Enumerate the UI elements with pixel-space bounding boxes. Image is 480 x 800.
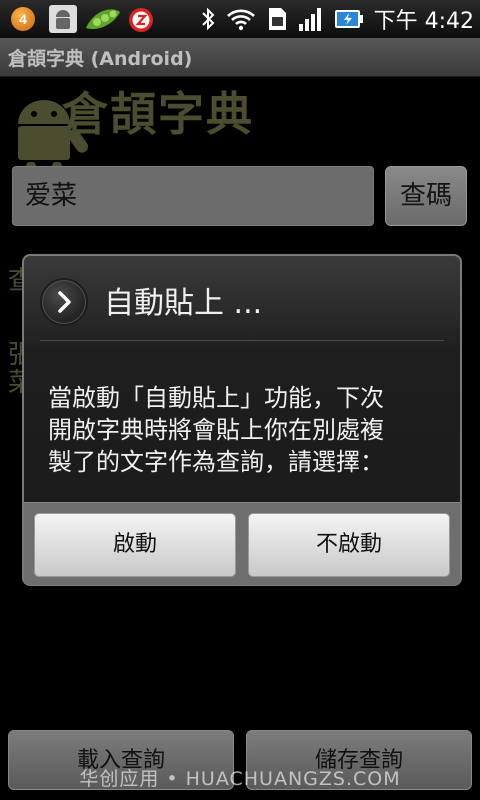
logo-title: 倉頡字典 (62, 87, 254, 141)
status-bar: 4 下午 4:42 (0, 0, 480, 38)
dialog-button-bar: 啟動 不啟動 (24, 502, 460, 585)
dialog-message-line: 開啟字典時將會貼上你在別處複 (48, 416, 384, 444)
dialog-message-line: 當啟動「自動貼上」功能，下次 (48, 384, 384, 412)
alarm-clock-icon (129, 8, 153, 32)
chevron-right-icon (58, 291, 71, 313)
bluetooth-icon (201, 7, 215, 31)
battery-charging-icon (334, 10, 363, 28)
watermark-text: 华创应用 • HUACHUANGZS.COM (79, 768, 401, 790)
search-input[interactable]: 爱菜 (12, 166, 374, 226)
android-debug-icon (49, 5, 77, 33)
app-title-bar: 倉頡字典 (Android) (0, 38, 480, 77)
auto-paste-dialog: 自動貼上 ... 當啟動「自動貼上」功能，下次 開啟字典時將會貼上你在別處複 製… (22, 254, 462, 586)
notification-count: 4 (11, 7, 35, 31)
enable-button[interactable]: 啟動 (34, 513, 236, 577)
clock-time: 下午 4:42 (373, 9, 474, 34)
app-title: 倉頡字典 (Android) (8, 48, 193, 70)
dialog-header: 自動貼上 ... (24, 256, 460, 342)
wifi-icon (226, 9, 255, 31)
dialog-message: 當啟動「自動貼上」功能，下次 開啟字典時將會貼上你在別處複 製了的文字作為查詢，… (48, 382, 448, 478)
chevron-right-icon (40, 278, 88, 326)
search-button[interactable]: 查碼 (385, 166, 467, 226)
dialog-title: 自動貼上 ... (104, 286, 263, 321)
screen: 4 下午 4:42 倉頡字典 (Android) 倉頡字典 爱菜 查碼 查 張 … (0, 0, 480, 800)
notification-badge-icon[interactable]: 4 (8, 4, 38, 34)
signal-icon (298, 8, 321, 31)
status-right-group: 下午 4:42 (200, 0, 474, 38)
disable-button[interactable]: 不啟動 (248, 513, 450, 577)
pea-pod-icon (86, 9, 120, 30)
dialog-divider (40, 340, 444, 341)
sim-card-icon (268, 8, 286, 30)
dialog-message-line: 製了的文字作為查詢，請選擇： (48, 448, 384, 476)
